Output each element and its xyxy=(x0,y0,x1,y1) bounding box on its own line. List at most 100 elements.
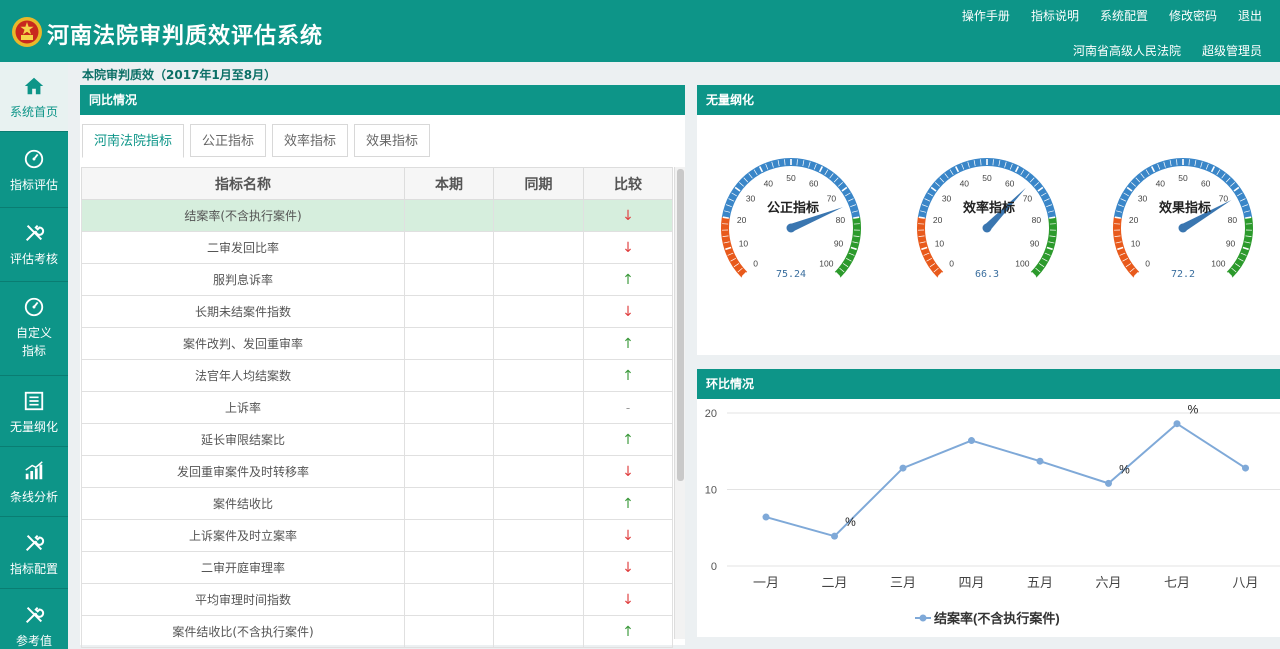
sidebar-item-home[interactable]: 系统首页 xyxy=(0,62,68,132)
tab-henan-indicators[interactable]: 河南法院指标 xyxy=(82,124,185,158)
table-row[interactable]: 二审开庭审理率 ↓ xyxy=(81,551,673,584)
gauge-scale-label: 70 xyxy=(1023,194,1033,204)
table-row[interactable]: 发回重审案件及时转移率 ↓ xyxy=(81,455,673,488)
sidebar-item-indicator-config[interactable]: 指标配置 xyxy=(0,518,68,589)
trend-arrow-icon: ↓ xyxy=(622,303,634,320)
gauge-value: 66.3 xyxy=(974,269,1000,280)
indicator-name: 上诉案件及时立案率 xyxy=(81,519,405,552)
trend-cell: - xyxy=(583,391,673,424)
manual-link[interactable]: 操作手册 xyxy=(962,7,1010,24)
gauge-value: 75.24 xyxy=(775,269,807,280)
table-row[interactable]: 二审发回比率 ↓ xyxy=(81,231,673,264)
table-row[interactable]: 案件结收比 ↑ xyxy=(81,487,673,520)
prior-value xyxy=(493,231,584,264)
gauge-scale-label: 0 xyxy=(1145,258,1150,268)
trend-arrow-icon: ↑ xyxy=(622,623,634,640)
logout-link[interactable]: 退出 xyxy=(1238,7,1262,24)
column-header[interactable]: 本期 xyxy=(404,167,494,200)
table-row[interactable]: 案件改判、发回重审率 ↑ xyxy=(81,327,673,360)
data-point[interactable] xyxy=(1105,479,1112,487)
sidebar-item-label: 无量纲化 xyxy=(9,420,58,434)
user-role[interactable]: 超级管理员 xyxy=(1202,42,1262,59)
gauge-scale-label: 30 xyxy=(1138,194,1148,204)
prior-value xyxy=(493,391,584,424)
page-title: 本院审判质效（2017年1月至8月） xyxy=(82,68,277,82)
gauge-tick xyxy=(918,216,925,219)
tools-icon xyxy=(25,224,45,242)
gauge-scale-label: 0 xyxy=(753,258,758,268)
trend-cell: ↓ xyxy=(583,295,673,328)
prior-value xyxy=(493,487,584,520)
gauge-scale-label: 50 xyxy=(1178,173,1188,183)
x-tick-label: 七月 xyxy=(1164,575,1190,590)
sidebar-item-custom-indicator[interactable]: 自定义 指标 xyxy=(0,283,68,376)
prior-value xyxy=(493,519,584,552)
court-name[interactable]: 河南省高级人民法院 xyxy=(1073,42,1181,59)
gauge-tick xyxy=(722,216,729,219)
table-row[interactable]: 平均审理时间指数 ↓ xyxy=(81,583,673,616)
table-row[interactable]: 服判息诉率 ↑ xyxy=(81,263,673,296)
gauge-scale-label: 10 xyxy=(1131,238,1141,248)
data-point[interactable] xyxy=(1173,420,1181,428)
home-icon xyxy=(24,77,44,95)
tab-efficiency[interactable]: 效率指标 xyxy=(272,124,349,157)
scrollbar-thumb[interactable] xyxy=(677,169,684,481)
data-point[interactable] xyxy=(1242,464,1249,472)
data-point[interactable] xyxy=(831,532,838,540)
x-tick-label: 六月 xyxy=(1095,575,1121,590)
x-tick-label: 八月 xyxy=(1232,575,1258,590)
sidebar-item-line-analysis[interactable]: 条线分析 xyxy=(0,448,68,517)
table-row[interactable]: 延长审限结案比 ↑ xyxy=(81,423,673,456)
sidebar-item-label: 自定义 指标 xyxy=(15,326,52,358)
table-scrollbar[interactable] xyxy=(674,167,685,639)
list-icon xyxy=(24,391,44,411)
trend-cell: ↑ xyxy=(583,263,673,296)
table-row[interactable]: 法官年人均结案数 ↑ xyxy=(81,359,673,392)
data-label: % xyxy=(845,515,856,529)
mom-line-chart: 0 10 20 一月 二月 三月 四月 五月 六月 七月 八月%%% 结案率(不含执行案件) xyxy=(705,403,1280,626)
system-config-link[interactable]: 系统配置 xyxy=(1100,7,1148,24)
gauge: 0 10 20 30 40 50 60 70 80 90 100 效率指标 66.3 xyxy=(907,148,1067,288)
trend-cell: ↑ xyxy=(583,423,673,456)
trend-cell: ↑ xyxy=(583,487,673,520)
table-row[interactable]: 案件结收比(不含执行案件) ↑ xyxy=(81,615,673,648)
indicator-help-link[interactable]: 指标说明 xyxy=(1031,7,1079,24)
gauge-tick xyxy=(853,216,860,219)
app-header: 河南法院审判质效评估系统 操作手册 指标说明 系统配置 修改密码 退出 河南省高… xyxy=(0,0,1280,62)
sidebar-item-dimensionless[interactable]: 无量纲化 xyxy=(0,377,68,447)
current-value xyxy=(404,487,494,520)
gauge-scale-label: 70 xyxy=(827,194,837,204)
sidebar-item-assessment[interactable]: 评估考核 xyxy=(0,209,68,282)
table-row[interactable]: 结案率(不含执行案件) ↓ xyxy=(81,199,673,232)
column-header[interactable]: 比较 xyxy=(583,167,673,200)
table-row[interactable]: 上诉率 - xyxy=(81,391,673,424)
column-header[interactable]: 同期 xyxy=(493,167,584,200)
table-row[interactable]: 长期未结案件指数 ↓ xyxy=(81,295,673,328)
gauge-scale-label: 20 xyxy=(1129,215,1139,225)
gauge-scale-label: 80 xyxy=(836,215,846,225)
gauge-scale-label: 60 xyxy=(1005,178,1015,188)
sidebar-item-reference[interactable]: 参考值 xyxy=(0,590,68,649)
tab-fairness[interactable]: 公正指标 xyxy=(190,124,267,157)
data-point[interactable] xyxy=(762,513,770,521)
data-point[interactable] xyxy=(968,437,975,445)
data-point[interactable] xyxy=(1036,457,1044,465)
x-tick-label: 三月 xyxy=(890,575,916,590)
current-value xyxy=(404,327,494,360)
sidebar-item-indicator-eval[interactable]: 指标评估 xyxy=(0,133,68,208)
prior-value xyxy=(493,327,584,360)
indicator-table-body: 结案率(不含执行案件) ↓ 二审发回比率 ↓ 服判息诉率 ↑ 长期未结案件指数 ↓ 案件改判、发… xyxy=(81,199,673,648)
trend-cell: ↓ xyxy=(583,231,673,264)
data-point[interactable] xyxy=(899,464,907,472)
change-password-link[interactable]: 修改密码 xyxy=(1169,7,1217,24)
tab-effect[interactable]: 效果指标 xyxy=(354,124,431,157)
gauge: 0 10 20 30 40 50 60 70 80 90 100 公正指标 75.24 xyxy=(711,148,871,288)
gauge: 0 10 20 30 40 50 60 70 80 90 100 效果指标 72.2 xyxy=(1103,148,1263,288)
table-row[interactable]: 上诉案件及时立案率 ↓ xyxy=(81,519,673,552)
chart-legend[interactable]: 结案率(不含执行案件) xyxy=(915,611,1060,626)
column-header[interactable]: 指标名称 xyxy=(81,167,405,200)
indicator-name: 二审发回比率 xyxy=(81,231,405,264)
prior-value xyxy=(493,295,584,328)
yoy-panel-title: 同比情况 xyxy=(80,85,685,115)
trend-cell: ↓ xyxy=(583,551,673,584)
